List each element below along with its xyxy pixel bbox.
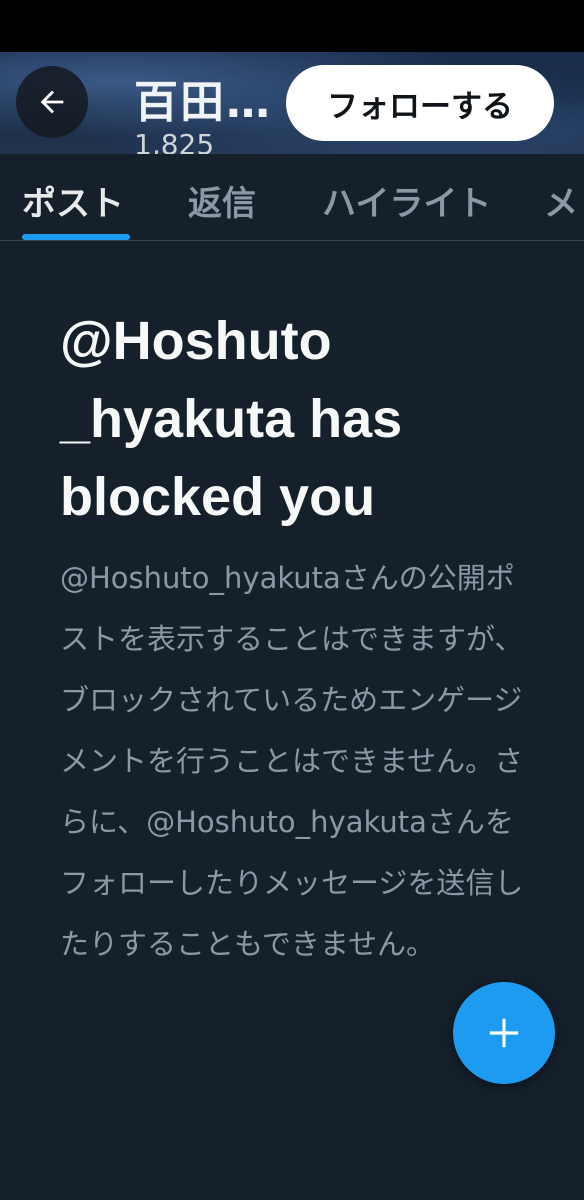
tab-replies[interactable]: 返信 [188,176,256,225]
tab-media[interactable]: メ [544,176,578,225]
tab-highlights[interactable]: ハイライト [322,176,491,225]
profile-content: ポスト 返信 ハイライト メ @Hoshuto _hyakuta has blo… [0,154,584,1200]
plus-icon [489,1018,519,1048]
profile-tabs: ポスト 返信 ハイライト メ [0,154,584,241]
post-count: 1,825 [134,128,215,154]
arrow-left-icon [40,90,64,114]
blocked-heading: @Hoshuto _hyakuta has blocked you [60,311,403,527]
profile-header: 百田… 1,825 フォローする [0,52,584,154]
compose-post-button[interactable] [453,982,555,1084]
profile-name: 百田… [134,77,272,128]
follow-button[interactable]: フォローする [286,65,554,141]
back-button[interactable] [16,66,88,138]
tab-posts[interactable]: ポスト [22,176,124,225]
active-tab-indicator [22,234,130,240]
blocked-description: @Hoshuto_hyakutaさんの公開ポストを表示することはできますが、ブロ… [60,561,524,961]
status-bar [0,0,584,52]
